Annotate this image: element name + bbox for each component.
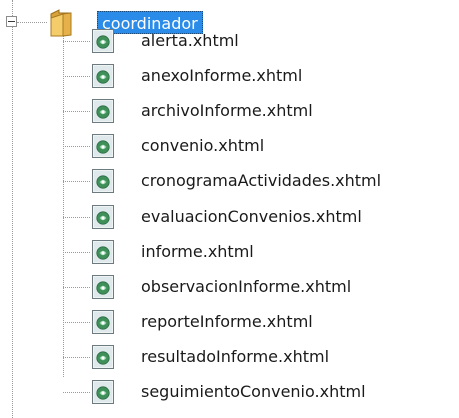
tree-item-file[interactable]: seguimientoConvenio.xhtml <box>63 375 459 409</box>
tree-item-label: reporteInforme.xhtml <box>141 311 313 331</box>
tree-item-file[interactable]: anexoInforme.xhtml <box>63 59 459 93</box>
tree-connector <box>63 321 90 323</box>
tree-item-label: informe.xhtml <box>141 241 254 261</box>
collapse-toggle-icon[interactable] <box>6 16 17 27</box>
tree-guide-line <box>12 0 13 418</box>
tree-connector <box>63 251 90 253</box>
tree-item-label: archivoInforme.xhtml <box>141 101 313 121</box>
tree-connector <box>17 22 47 23</box>
tree-connector <box>63 216 90 218</box>
xhtml-file-icon <box>91 98 115 124</box>
xhtml-file-icon <box>91 239 115 265</box>
project-tree: coordinador alerta.xhtml anexoInforme.xht… <box>0 0 459 418</box>
xhtml-file-icon <box>91 204 115 230</box>
tree-item-label: cronogramaActividades.xhtml <box>141 171 382 191</box>
tree-item-file[interactable]: resultadoInforme.xhtml <box>63 340 459 374</box>
tree-item-label: seguimientoConvenio.xhtml <box>141 382 366 401</box>
xhtml-file-icon <box>91 309 115 335</box>
tree-connector <box>63 76 90 78</box>
tree-item-file[interactable]: informe.xhtml <box>63 235 459 269</box>
tree-connector <box>63 286 90 288</box>
tree-item-file[interactable]: alerta.xhtml <box>63 24 459 58</box>
xhtml-file-icon <box>91 63 115 89</box>
tree-item-file[interactable]: evaluacionConvenios.xhtml <box>63 200 459 234</box>
tree-item-label: evaluacionConvenios.xhtml <box>141 206 362 226</box>
tree-item-label: observacionInforme.xhtml <box>141 276 352 296</box>
xhtml-file-icon <box>91 28 115 54</box>
tree-connector <box>63 111 90 113</box>
tree-connector <box>63 146 90 148</box>
tree-connector <box>63 356 90 358</box>
tree-item-file[interactable]: cronogramaActividades.xhtml <box>63 164 459 198</box>
tree-item-label: alerta.xhtml <box>141 31 239 50</box>
tree-item-file[interactable]: archivoInforme.xhtml <box>63 94 459 128</box>
xhtml-file-icon <box>91 168 115 194</box>
xhtml-file-icon <box>91 133 115 159</box>
xhtml-file-icon <box>91 274 115 300</box>
xhtml-file-icon <box>91 344 115 370</box>
tree-connector <box>63 392 90 393</box>
tree-item-label: anexoInforme.xhtml <box>141 66 303 86</box>
tree-item-label: resultadoInforme.xhtml <box>141 346 330 366</box>
xhtml-file-icon <box>91 379 115 405</box>
tree-item-file[interactable]: observacionInforme.xhtml <box>63 270 459 304</box>
tree-item-label: convenio.xhtml <box>141 136 265 156</box>
tree-connector <box>63 181 90 183</box>
tree-item-file[interactable]: convenio.xhtml <box>63 129 459 163</box>
tree-connector <box>63 41 90 42</box>
tree-item-file[interactable]: reporteInforme.xhtml <box>63 305 459 339</box>
